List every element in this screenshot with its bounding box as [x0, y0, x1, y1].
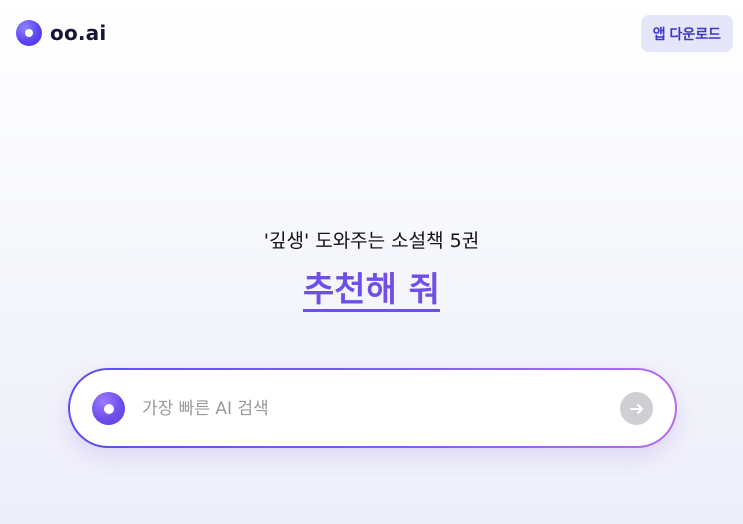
suggestion-text: '깊생' 도와주는 소설책 5권 — [263, 230, 480, 252]
logo-text: oo.ai — [50, 21, 107, 45]
header: oo.ai 앱 다운로드 — [0, 0, 743, 66]
app-download-button[interactable]: 앱 다운로드 — [640, 15, 733, 52]
hero-suggestion: '깊생' 도와주는 소설책 5권 추천해 줘 — [0, 225, 743, 315]
submit-button[interactable] — [620, 392, 653, 425]
search-box — [68, 368, 677, 448]
logo-link[interactable]: oo.ai — [16, 20, 106, 46]
arrow-right-icon — [629, 403, 643, 414]
oo-circle-icon — [92, 392, 125, 425]
search-input[interactable] — [142, 392, 602, 425]
suggestion-link[interactable]: 추천해 줘 — [303, 265, 440, 315]
logo-icon — [16, 20, 42, 46]
